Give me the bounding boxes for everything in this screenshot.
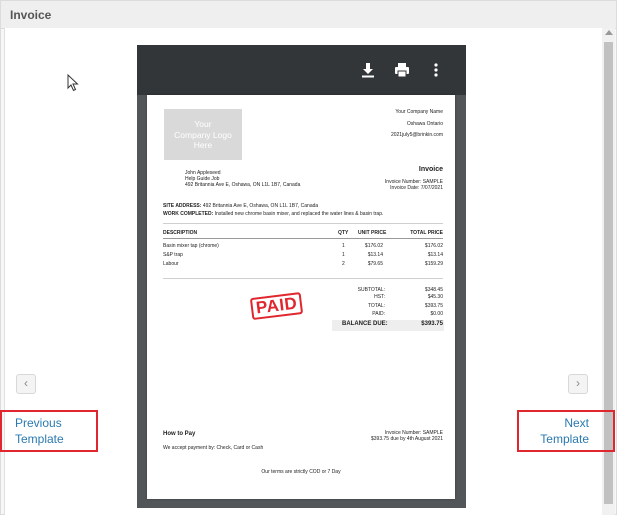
item-total: $176.02 [424,243,443,249]
item-qty: 1 [342,252,345,258]
balance-due-value: $393.75 [421,321,443,327]
previous-arrow-button[interactable]: ‹ [16,374,36,394]
divider [163,223,443,224]
logo-line: Your [194,119,212,129]
site-address-label: SITE ADDRESS: [163,203,202,209]
items-table-header: DESCRIPTION QTY UNIT PRICE TOTAL PRICE [163,229,443,239]
divider [163,278,443,279]
work-completed-value: Installed new chrome basin mixer, and re… [214,211,384,217]
company-email: 2021july5@brinkin.com [390,132,443,138]
item-qty: 1 [342,243,345,249]
item-qty: 2 [342,261,345,267]
company-logo-placeholder: Your Company Logo Here [164,109,242,160]
footer-due: $393.75 due by 4th August 2021 [370,436,443,442]
invoice-page: Your Company Logo Here Your Company Name… [147,95,455,499]
payment-methods: We accept payment by: Check, Card or Cas… [163,445,264,451]
previous-template-link[interactable]: Previous Template [15,415,64,447]
invoice-date: Invoice Date: 7/07/2021 [390,185,443,191]
company-city: Oshawa Ontario [406,121,443,127]
subtotal-label: SUBTOTAL: [357,287,385,293]
previous-label-line2: Template [15,432,64,446]
pdf-viewer: Your Company Logo Here Your Company Name… [137,45,466,508]
terms: Our terms are strictly COD or 7 Day [261,469,341,475]
next-arrow-button[interactable]: › [568,374,588,394]
panel-header: Invoice [1,1,616,29]
panel-title: Invoice [10,8,52,22]
next-label-line1: Next [564,416,589,430]
client-address: 492 Britannia Ave E, Oshawa, ON L1L 1B7,… [185,182,301,188]
total-label: TOTAL: [367,303,385,309]
viewer-toolbar [137,45,466,95]
item-unit-price: $79.65 [367,261,383,267]
download-icon[interactable] [358,60,378,80]
item-total: $159.29 [424,261,443,267]
col-unit-price: UNIT PRICE [358,230,387,236]
paid-label: PAID: [372,311,385,317]
col-total-price: TOTAL PRICE [410,230,443,236]
item-unit-price: $13.14 [367,252,383,258]
mouse-cursor-icon [67,74,79,92]
company-name: Your Company Name [395,109,443,115]
item-description: Basin mixer tap (chrome) [163,243,219,249]
item-unit-price: $176.02 [364,243,383,249]
how-to-pay-heading: How to Pay [163,431,196,437]
item-total: $13.14 [427,252,443,258]
hst-value: $45.30 [427,294,443,300]
previous-label-line1: Previous [15,416,62,430]
logo-line: Here [193,140,213,150]
paid-value: $0.00 [430,311,443,317]
item-description: S&P trap [163,252,183,258]
col-qty: QTY [338,230,349,236]
next-template-link[interactable]: Next Template [539,415,589,447]
total-value: $393.75 [424,303,443,309]
scroll-up-arrow-icon[interactable] [604,30,613,35]
logo-line: Company Logo [174,129,232,140]
item-description: Labour [163,261,179,267]
col-description: DESCRIPTION [163,230,198,236]
next-label-line2: Template [540,432,589,446]
hst-label: HST: [374,294,385,300]
subtotal-value: $348.45 [424,287,443,293]
site-address-value: 492 Britannia Ave E, Oshawa, ON L1L 1B7,… [202,203,319,209]
print-icon[interactable] [392,60,412,80]
site-address: SITE ADDRESS: 492 Britannia Ave E, Oshaw… [163,203,318,209]
balance-due-label: BALANCE DUE: [342,321,388,327]
invoice-title: Invoice [418,166,443,173]
paid-stamp: PAID [249,291,304,321]
work-completed: WORK COMPLETED: Installed new chrome bas… [163,211,383,217]
work-completed-label: WORK COMPLETED: [163,211,214,217]
more-vert-icon[interactable] [426,60,446,80]
